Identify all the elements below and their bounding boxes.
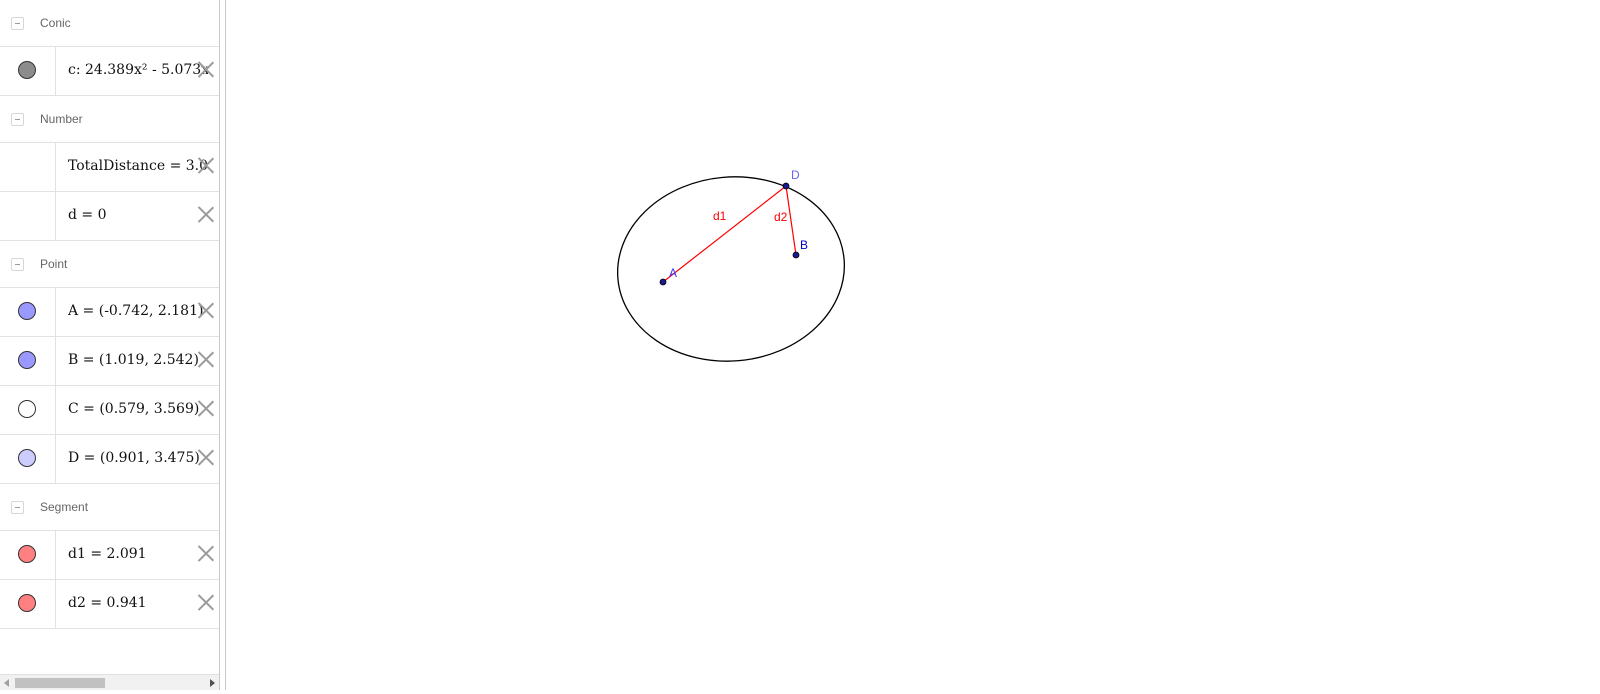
visibility-marble-icon[interactable] bbox=[18, 302, 36, 320]
visibility-marble-icon[interactable] bbox=[18, 545, 36, 563]
marble-column bbox=[0, 337, 56, 385]
scroll-left-arrow-icon[interactable] bbox=[4, 679, 9, 687]
point-a[interactable] bbox=[659, 278, 667, 286]
delete-icon[interactable] bbox=[197, 351, 214, 368]
group-label: Conic bbox=[40, 16, 71, 30]
visibility-marble-icon[interactable] bbox=[18, 594, 36, 612]
point-label-a: A bbox=[669, 266, 677, 280]
algebra-entry-text[interactable]: c: 24.389x² - 5.073x y + 3 bbox=[68, 62, 208, 78]
visibility-marble-icon[interactable] bbox=[18, 400, 36, 418]
algebra-row-totaldistance[interactable]: TotalDistance = 3.033 bbox=[0, 143, 219, 192]
delete-icon[interactable] bbox=[197, 594, 214, 611]
point-b[interactable] bbox=[792, 251, 800, 259]
delete-icon[interactable] bbox=[197, 206, 214, 223]
view-splitter[interactable] bbox=[219, 0, 226, 690]
algebra-entry-text[interactable]: d1 = 2.091 bbox=[68, 546, 208, 562]
delete-icon[interactable] bbox=[197, 302, 214, 319]
graphics-view[interactable]: d1 d2 A B D bbox=[226, 0, 1600, 690]
collapse-icon[interactable] bbox=[11, 258, 24, 271]
group-header-point[interactable]: Point bbox=[0, 241, 219, 288]
point-label-d: D bbox=[791, 168, 800, 182]
marble-column bbox=[0, 192, 56, 240]
group-label: Segment bbox=[40, 500, 89, 514]
marble-column bbox=[0, 386, 56, 434]
algebra-entry-text[interactable]: d2 = 0.941 bbox=[68, 595, 208, 611]
graphics-canvas[interactable]: d1 d2 A B D bbox=[226, 0, 1600, 690]
group-header-conic[interactable]: Conic bbox=[0, 0, 219, 47]
algebra-entry-text[interactable]: B = (1.019, 2.542) bbox=[68, 352, 208, 368]
group-label: Number bbox=[40, 112, 83, 126]
algebra-entry-text[interactable]: A = (-0.742, 2.181) bbox=[68, 303, 208, 319]
algebra-entry-text[interactable]: D = (0.901, 3.475) bbox=[68, 450, 208, 466]
point-d[interactable] bbox=[782, 182, 790, 190]
marble-column bbox=[0, 288, 56, 336]
algebra-row-segment-d1[interactable]: d1 = 2.091 bbox=[0, 531, 219, 580]
scroll-right-arrow-icon[interactable] bbox=[210, 679, 215, 687]
group-label: Point bbox=[40, 257, 68, 271]
segment-label-d2: d2 bbox=[774, 210, 788, 224]
segment-label-d1: d1 bbox=[713, 209, 727, 223]
delete-icon[interactable] bbox=[197, 61, 214, 78]
algebra-entry-text[interactable]: d = 0 bbox=[68, 207, 208, 223]
marble-column bbox=[0, 47, 56, 95]
algebra-view: Conic c: 24.389x² - 5.073x y + 3 Number … bbox=[0, 0, 219, 690]
algebra-row-point-d[interactable]: D = (0.901, 3.475) bbox=[0, 435, 219, 484]
algebra-entry-text[interactable]: TotalDistance = 3.033 bbox=[68, 158, 208, 174]
marble-column bbox=[0, 435, 56, 483]
collapse-icon[interactable] bbox=[11, 17, 24, 30]
scrollbar-thumb[interactable] bbox=[15, 678, 105, 688]
conic-c[interactable] bbox=[610, 167, 852, 370]
collapse-icon[interactable] bbox=[11, 113, 24, 126]
marble-column bbox=[0, 531, 56, 579]
delete-icon[interactable] bbox=[197, 545, 214, 562]
group-header-segment[interactable]: Segment bbox=[0, 484, 219, 531]
marble-column bbox=[0, 580, 56, 628]
marble-column bbox=[0, 143, 56, 191]
algebra-row-d[interactable]: d = 0 bbox=[0, 192, 219, 241]
algebra-row-conic-c[interactable]: c: 24.389x² - 5.073x y + 3 bbox=[0, 47, 219, 96]
algebra-row-point-a[interactable]: A = (-0.742, 2.181) bbox=[0, 288, 219, 337]
delete-icon[interactable] bbox=[197, 449, 214, 466]
delete-icon[interactable] bbox=[197, 400, 214, 417]
visibility-marble-icon[interactable] bbox=[18, 449, 36, 467]
algebra-row-segment-d2[interactable]: d2 = 0.941 bbox=[0, 580, 219, 629]
collapse-icon[interactable] bbox=[11, 501, 24, 514]
horizontal-scrollbar[interactable] bbox=[0, 674, 219, 690]
segment-d1[interactable] bbox=[662, 185, 787, 283]
point-label-b: B bbox=[800, 238, 808, 252]
visibility-marble-icon[interactable] bbox=[18, 61, 36, 79]
group-header-number[interactable]: Number bbox=[0, 96, 219, 143]
visibility-marble-icon[interactable] bbox=[18, 351, 36, 369]
algebra-row-point-c[interactable]: C = (0.579, 3.569) bbox=[0, 386, 219, 435]
algebra-row-point-b[interactable]: B = (1.019, 2.542) bbox=[0, 337, 219, 386]
segment-d2[interactable] bbox=[785, 185, 797, 256]
delete-icon[interactable] bbox=[197, 157, 214, 174]
algebra-entry-text[interactable]: C = (0.579, 3.569) bbox=[68, 401, 208, 417]
